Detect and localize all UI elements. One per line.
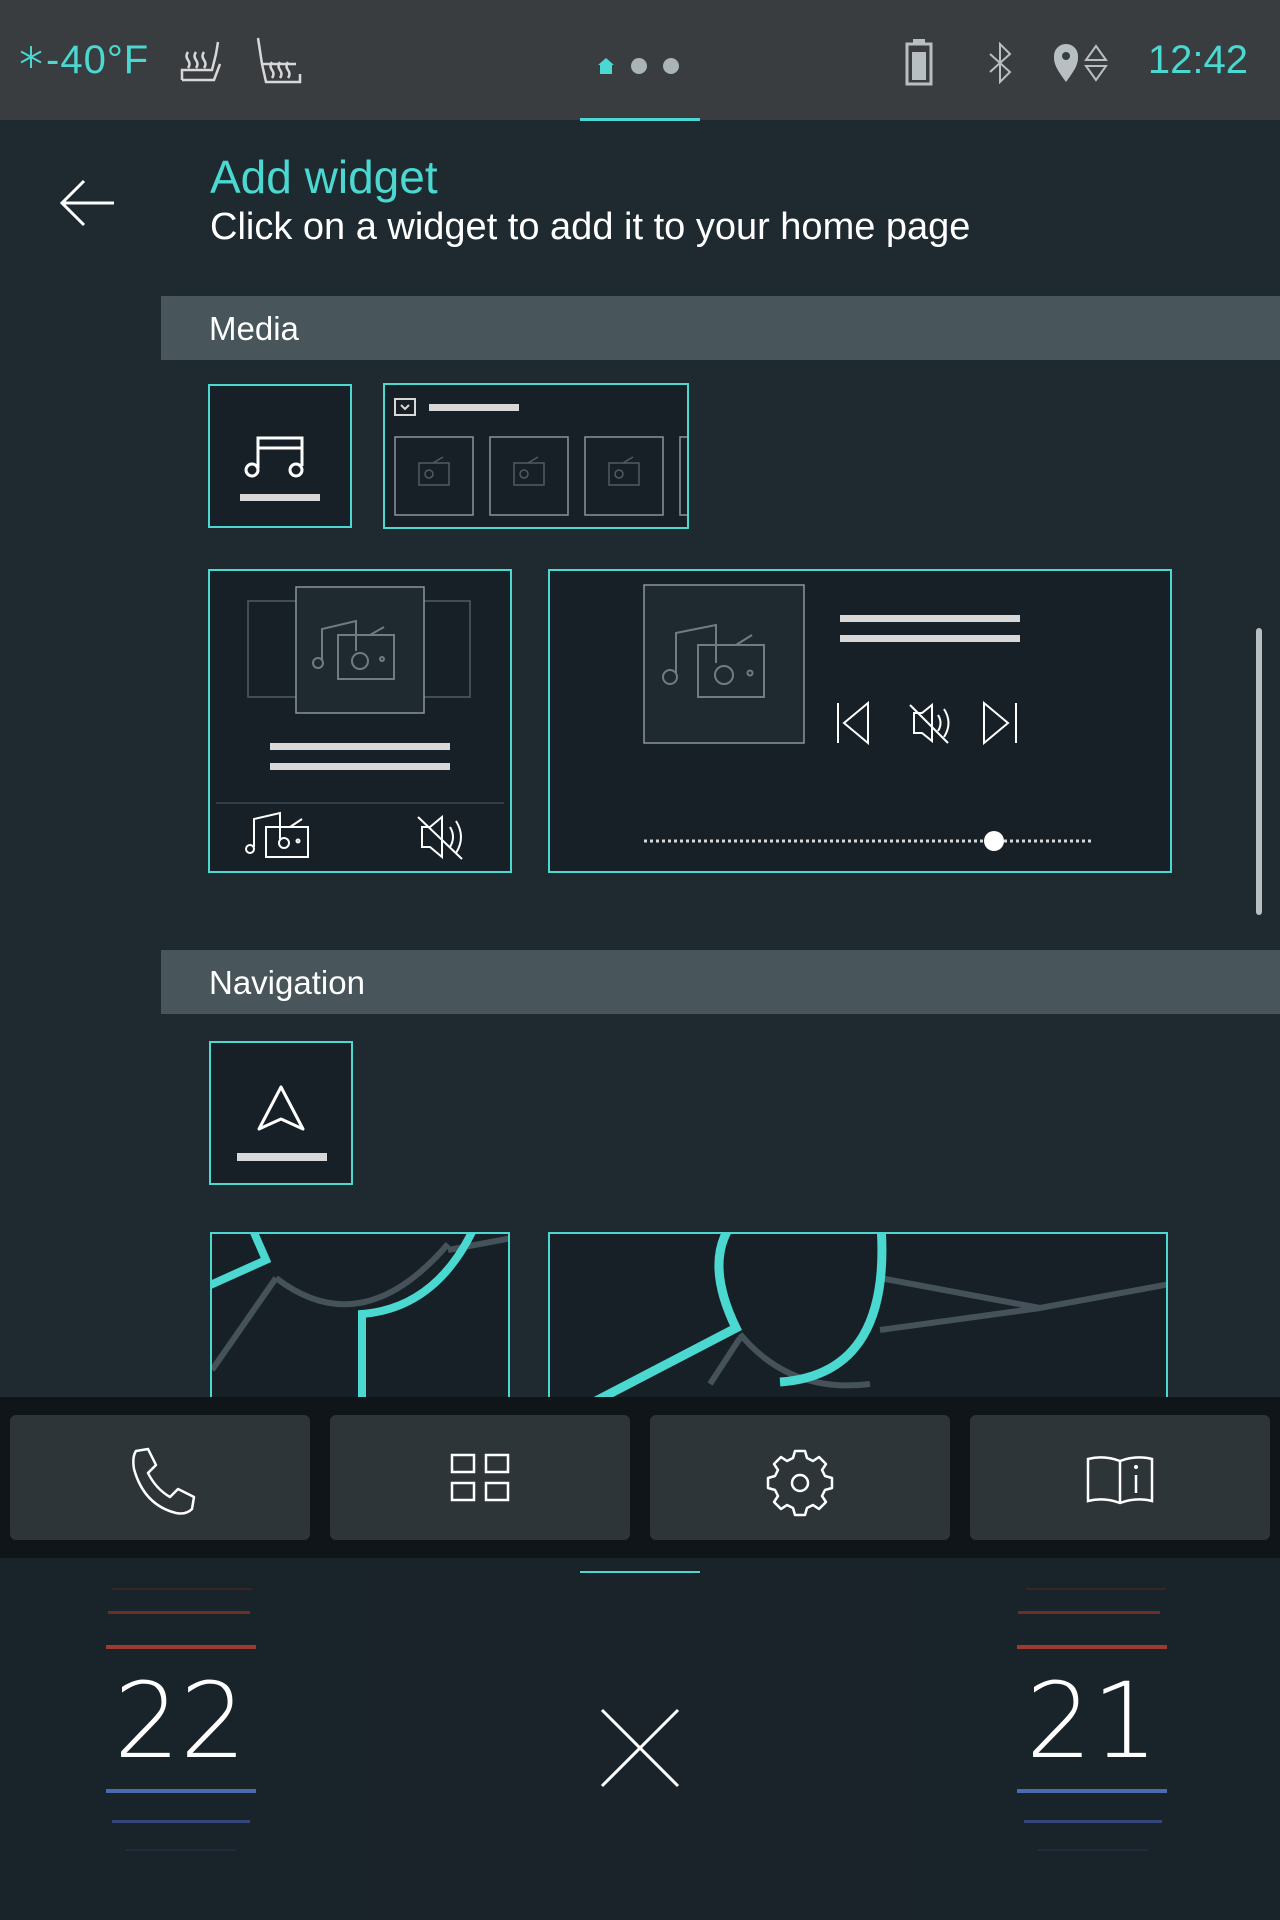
mute-icon — [417, 814, 463, 860]
scrollbar[interactable] — [1256, 628, 1262, 915]
widget-radio-favorites[interactable] — [383, 383, 689, 529]
home-icon[interactable] — [597, 57, 615, 75]
map-preview — [587, 1234, 1166, 1400]
page-dot-icon[interactable] — [663, 58, 679, 74]
close-icon[interactable] — [598, 1706, 682, 1790]
right-temperature[interactable]: 21 — [1002, 1660, 1182, 1782]
widget-media-medium[interactable] — [208, 569, 512, 873]
arrow-left-icon[interactable] — [58, 178, 118, 228]
media-source-icon — [245, 811, 309, 858]
temp-scale-mark — [1038, 1849, 1148, 1851]
temp-scale-mark — [106, 1645, 256, 1649]
page-indicator — [580, 118, 700, 121]
page-subtitle: Click on a widget to add it to your home… — [210, 206, 971, 248]
widget-navigation-small[interactable] — [209, 1041, 353, 1185]
temp-scale-mark — [126, 1849, 236, 1851]
widget-navigation-medium[interactable] — [210, 1232, 510, 1402]
seat-heat-passenger-icon[interactable] — [250, 34, 306, 90]
apps-grid-icon — [450, 1453, 510, 1502]
temp-scale-mark — [106, 1789, 256, 1793]
previous-track-icon — [837, 700, 869, 746]
location-icon — [1050, 42, 1114, 84]
seat-heat-driver-icon[interactable] — [172, 34, 228, 90]
section-header-media: Media — [161, 296, 1280, 360]
music-note-icon — [240, 436, 320, 501]
navigation-arrow-icon — [237, 1085, 327, 1161]
temp-scale-mark — [108, 1611, 250, 1614]
map-preview — [212, 1234, 508, 1400]
page-title: Add widget — [210, 151, 438, 203]
battery-icon — [904, 38, 938, 86]
temp-scale-mark — [1024, 1820, 1162, 1823]
bluetooth-icon — [984, 42, 1018, 84]
settings-button[interactable] — [650, 1415, 950, 1540]
section-header-navigation: Navigation — [161, 950, 1280, 1014]
temp-scale-mark — [1026, 1588, 1166, 1590]
manual-button[interactable] — [970, 1415, 1270, 1540]
left-temperature[interactable]: 22 — [90, 1660, 270, 1782]
section-title: Media — [209, 310, 299, 347]
settings-gear-icon — [766, 1449, 834, 1517]
widget-media-small[interactable] — [208, 384, 352, 528]
outside-temperature: -40°F — [46, 38, 150, 82]
temp-scale-mark — [1018, 1611, 1160, 1614]
next-track-icon — [983, 700, 1017, 746]
manual-book-icon — [1086, 1456, 1154, 1505]
widget-navigation-large[interactable] — [548, 1232, 1168, 1402]
page-dot-icon[interactable] — [631, 58, 647, 74]
temp-scale-mark — [112, 1588, 252, 1590]
mute-icon — [909, 702, 950, 744]
snowflake-icon — [18, 44, 44, 70]
temp-scale-mark — [1017, 1789, 1167, 1793]
clock: 12:42 — [1147, 38, 1248, 82]
phone-icon — [132, 1447, 196, 1515]
section-title: Navigation — [209, 964, 365, 1001]
temp-scale-mark — [1017, 1645, 1167, 1649]
widget-media-large[interactable] — [548, 569, 1172, 873]
temp-scale-mark — [112, 1820, 250, 1823]
apps-button[interactable] — [330, 1415, 630, 1540]
climate-indicator — [580, 1571, 700, 1573]
phone-button[interactable] — [10, 1415, 310, 1540]
